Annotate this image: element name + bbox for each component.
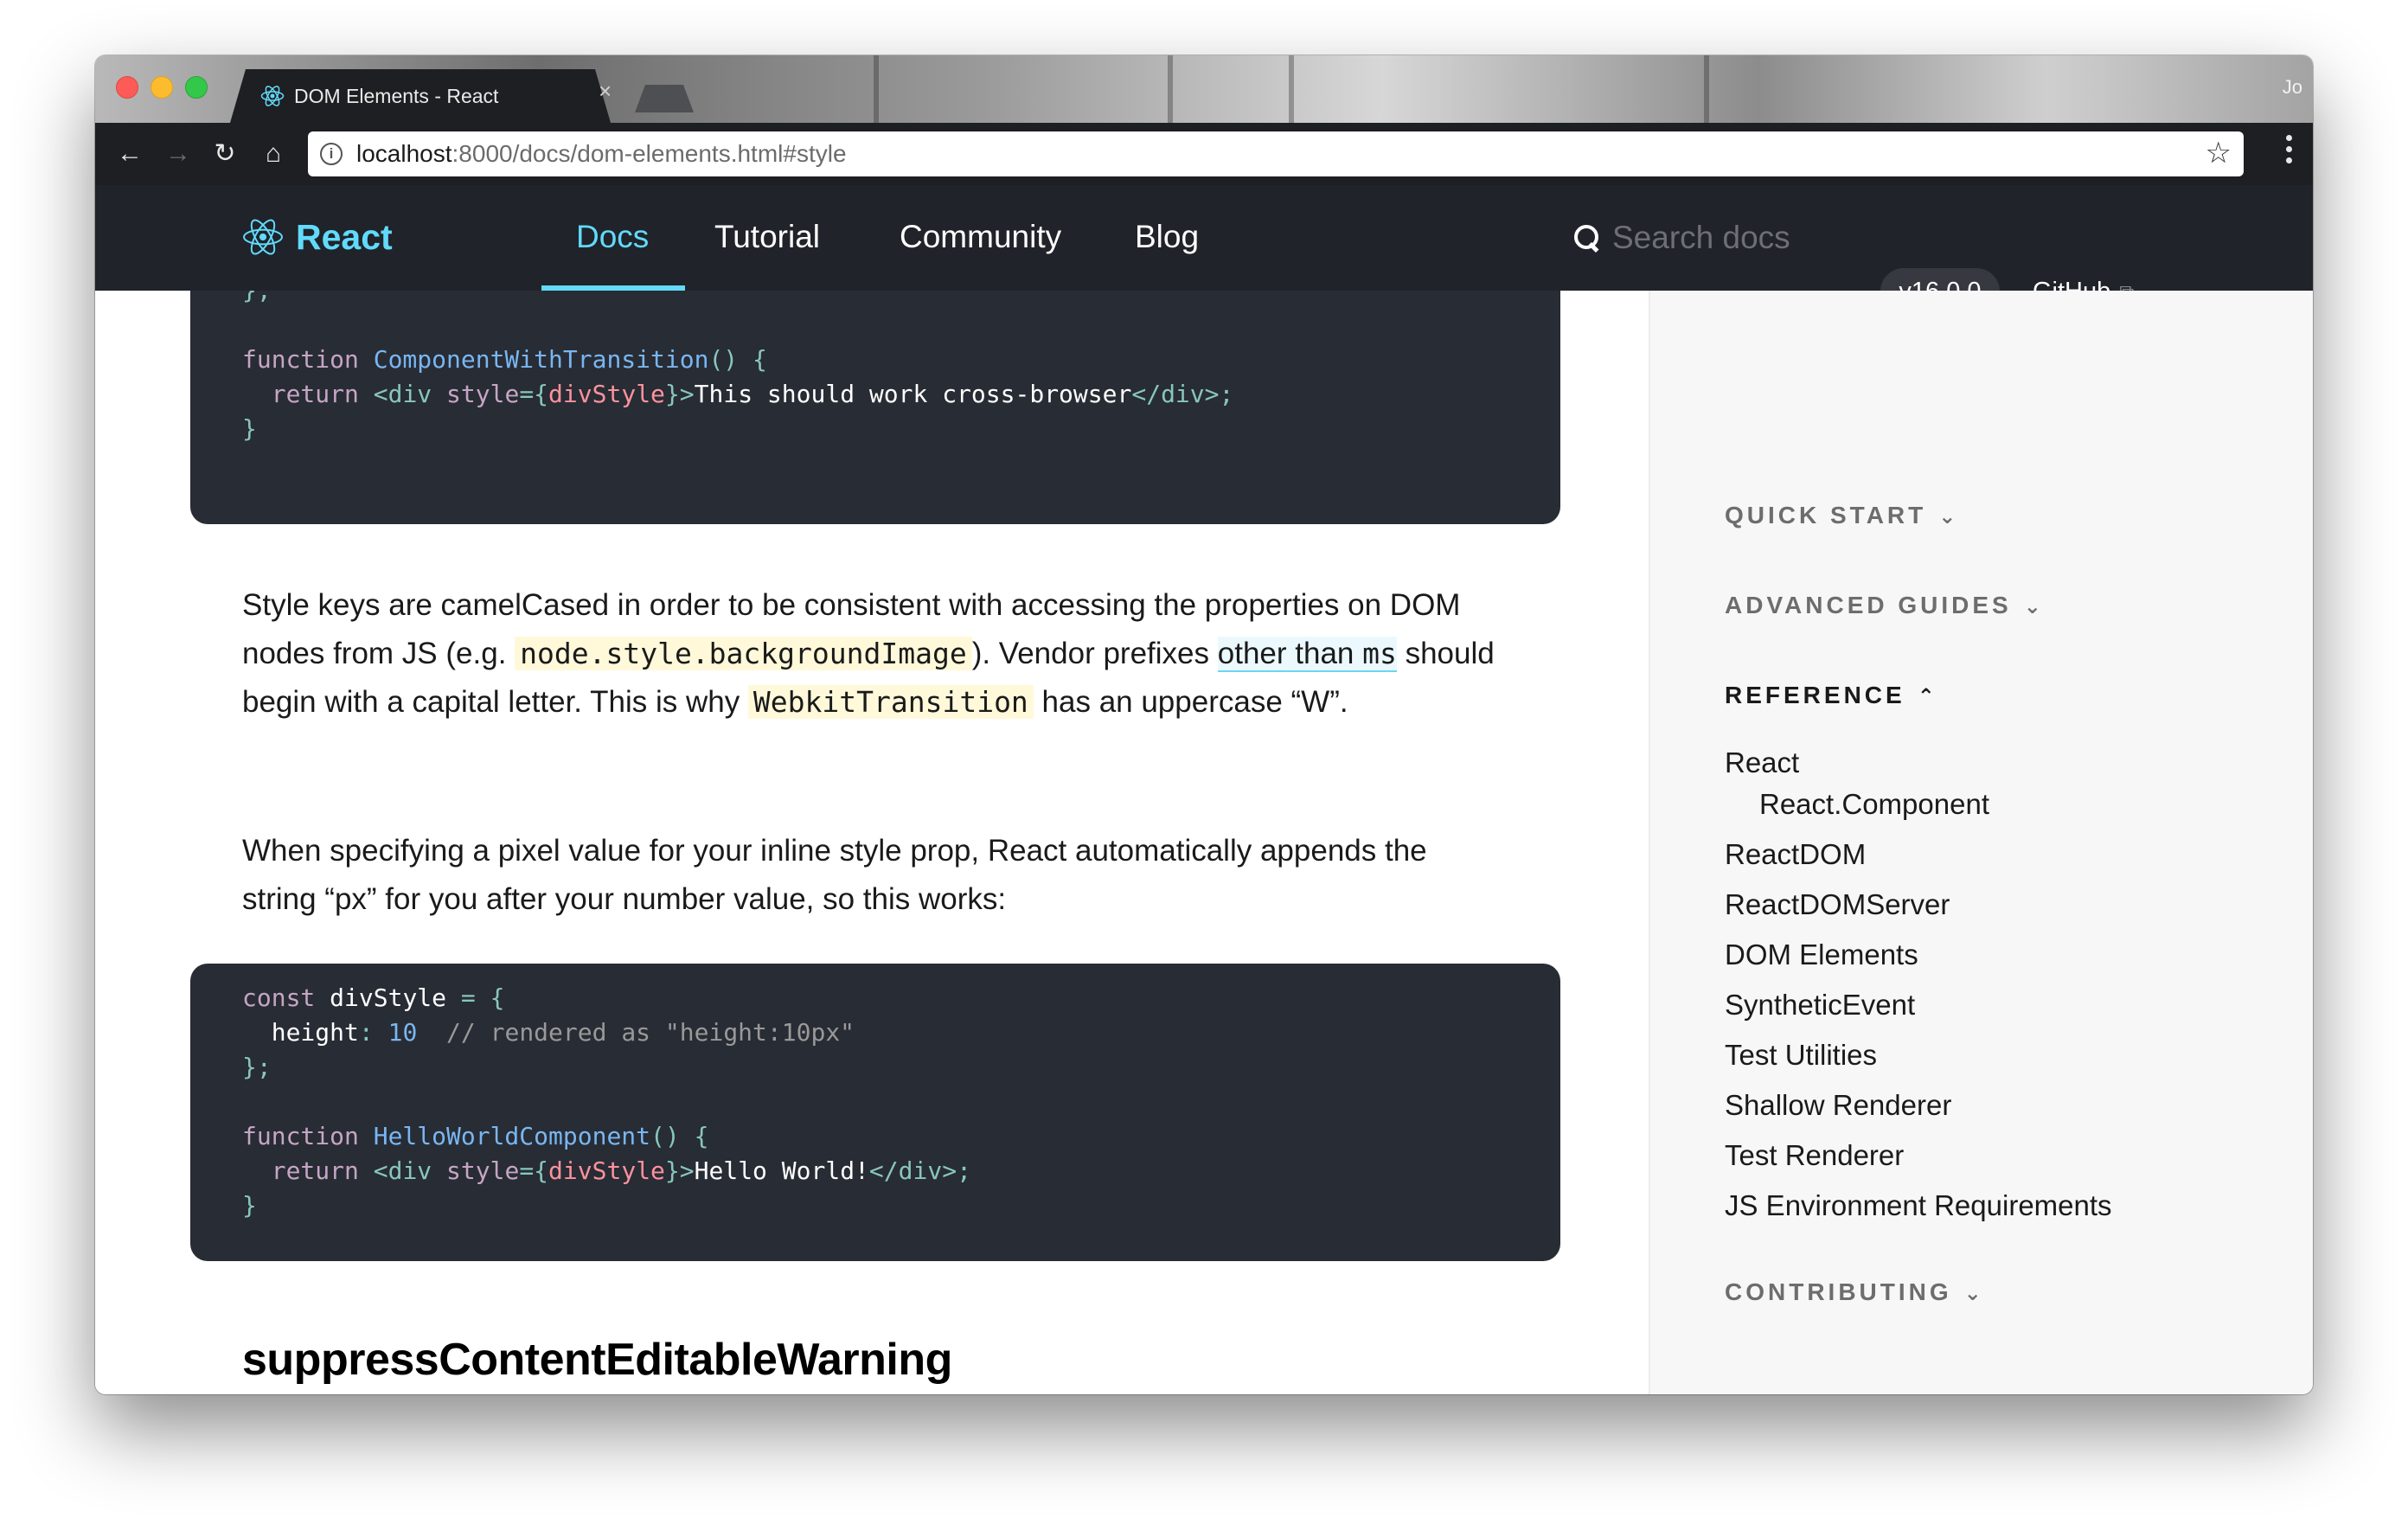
inline-code: WebkitTransition: [747, 685, 1034, 719]
docs-sidebar: QUICK START ⌄ ADVANCED GUIDES ⌄ REFERENCE ⌃…: [1649, 291, 2313, 1394]
browser-tab-active[interactable]: DOM Elements - React: [230, 69, 611, 123]
minimize-window-button[interactable]: [150, 76, 173, 99]
url-host: localhost: [356, 140, 452, 167]
home-icon[interactable]: ⌂: [256, 137, 291, 171]
sidebar-item-reactdom[interactable]: ReactDOM: [1725, 837, 1866, 872]
code-line: height: 10 // rendered as "height:10px": [271, 1018, 855, 1047]
nav-community[interactable]: Community: [900, 211, 1061, 291]
forward-arrow-icon[interactable]: →: [161, 137, 195, 171]
tab-title: DOM Elements - React: [294, 85, 499, 107]
code-line: };: [242, 291, 1560, 308]
section-heading: suppressContentEditableWarning: [242, 1335, 952, 1385]
code-block-hello-world: const divStyle = { height: 10 // rendere…: [190, 964, 1560, 1261]
react-favicon-icon: [260, 86, 285, 106]
vendor-prefix-link[interactable]: other than ms: [1217, 637, 1397, 672]
browser-toolbar: ← → ↻ ⌂ i localhost:8000/docs/dom-elemen…: [95, 123, 2313, 185]
back-arrow-icon[interactable]: ←: [112, 137, 147, 171]
sidebar-item-js-environment[interactable]: JS Environment Requirements: [1725, 1188, 2112, 1223]
search-input[interactable]: Search docs: [1612, 220, 1790, 256]
sidebar-section-advanced-guides[interactable]: ADVANCED GUIDES ⌄: [1725, 592, 2041, 619]
sidebar-item-test-utilities[interactable]: Test Utilities: [1725, 1038, 1877, 1073]
new-tab-button[interactable]: [635, 85, 694, 112]
search-docs[interactable]: Search docs: [1572, 216, 1790, 259]
tab-close-icon[interactable]: ×: [599, 78, 612, 104]
star-icon[interactable]: ☆: [2206, 138, 2232, 168]
chevron-down-icon: ⌄: [1938, 505, 1956, 528]
chevron-up-icon: ⌃: [1917, 685, 1935, 708]
code-line: function HelloWorldComponent() {: [242, 1122, 709, 1150]
code-line: return <div style={divStyle}>Hello World…: [271, 1156, 971, 1185]
sidebar-section-quick-start[interactable]: QUICK START ⌄: [1725, 502, 1956, 529]
sidebar-item-react[interactable]: React: [1725, 746, 1799, 780]
nav-tutorial[interactable]: Tutorial: [714, 211, 820, 291]
sidebar-item-react-component[interactable]: React.Component: [1759, 787, 1989, 822]
sidebar-section-reference[interactable]: REFERENCE ⌃: [1725, 682, 1935, 709]
url-path: :8000/docs/dom-elements.html#style: [452, 140, 847, 167]
sidebar-item-reactdomserver[interactable]: ReactDOMServer: [1725, 887, 1950, 922]
profile-name[interactable]: Jo: [2283, 76, 2302, 99]
react-logo[interactable]: React: [242, 211, 393, 263]
paragraph-pixel-value: When specifying a pixel value for your i…: [242, 834, 1427, 916]
search-icon: [1572, 223, 1602, 253]
code-line: return <div style={divStyle}>This should…: [271, 380, 1234, 408]
address-bar[interactable]: i localhost:8000/docs/dom-elements.html#…: [308, 131, 2244, 176]
info-icon[interactable]: i: [320, 143, 343, 165]
nav-docs[interactable]: Docs: [576, 211, 649, 291]
code-line: const divStyle = {: [242, 983, 505, 1012]
code-line: function ComponentWithTransition() {: [242, 345, 767, 374]
url-text[interactable]: localhost:8000/docs/dom-elements.html#st…: [356, 141, 847, 167]
code-line: }: [242, 414, 257, 443]
reload-icon[interactable]: ↻: [208, 137, 242, 171]
sidebar-item-test-renderer[interactable]: Test Renderer: [1725, 1138, 1904, 1173]
nav-blog[interactable]: Blog: [1135, 211, 1199, 291]
inline-code: node.style.backgroundImage: [515, 637, 972, 670]
browser-window: DOM Elements - React × Jo ← → ↻ ⌂ i loca…: [95, 55, 2313, 1394]
logo-text: React: [296, 216, 393, 257]
main-content: }; function ComponentWithTransition() { …: [95, 291, 1649, 1394]
sidebar-item-shallow-renderer[interactable]: Shallow Renderer: [1725, 1088, 1951, 1123]
close-window-button[interactable]: [116, 76, 138, 99]
paragraph-style-keys: Style keys are camelCased in order to be…: [242, 588, 1495, 719]
sidebar-item-dom-elements[interactable]: DOM Elements: [1725, 938, 1918, 972]
menu-dots-icon[interactable]: [2283, 135, 2294, 173]
maximize-window-button[interactable]: [185, 76, 208, 99]
chevron-down-icon: ⌄: [2023, 595, 2041, 618]
sidebar-section-contributing[interactable]: CONTRIBUTING ⌄: [1725, 1278, 1982, 1306]
code-line: };: [242, 1053, 272, 1081]
code-block-transition: }; function ComponentWithTransition() { …: [190, 291, 1560, 524]
chevron-down-icon: ⌄: [1963, 1282, 1982, 1305]
react-atom-icon: [243, 219, 283, 255]
code-line: }: [242, 1191, 257, 1220]
tab-strip: DOM Elements - React × Jo: [95, 55, 2313, 123]
sidebar-item-syntheticevent[interactable]: SyntheticEvent: [1725, 988, 1915, 1022]
